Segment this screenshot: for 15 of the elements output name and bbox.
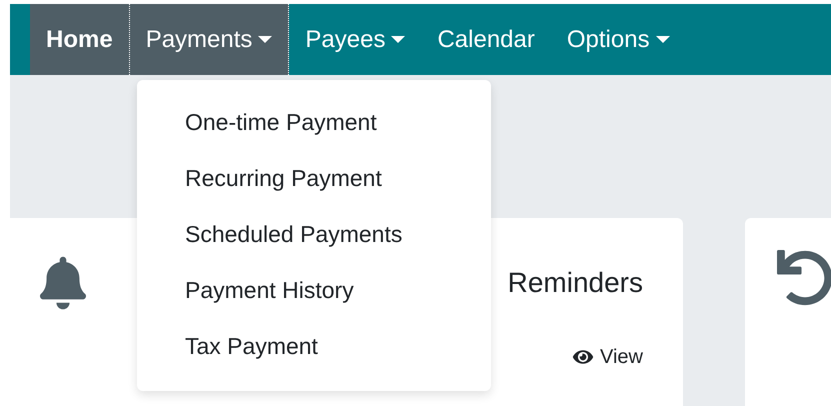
nav-link[interactable]: Payments (128, 4, 290, 75)
eye-icon (572, 348, 594, 366)
dropdown-item[interactable]: One-time Payment (137, 94, 491, 150)
card-title: Reminders (508, 266, 643, 300)
dropdown-item[interactable]: Tax Payment (137, 318, 491, 374)
dropdown-item[interactable]: Scheduled Payments (137, 206, 491, 262)
nav-link[interactable]: Payees (289, 4, 422, 75)
nav-link[interactable]: Home (30, 4, 129, 75)
nav-link[interactable]: Calendar (421, 4, 551, 75)
dropdown-item[interactable]: Recurring Payment (137, 150, 491, 206)
view-link[interactable]: View (572, 342, 643, 372)
dropdown-item[interactable]: Payment History (137, 262, 491, 318)
undo-icon (777, 250, 831, 306)
nav-link[interactable]: Options (550, 4, 686, 75)
bell-icon (40, 254, 86, 312)
